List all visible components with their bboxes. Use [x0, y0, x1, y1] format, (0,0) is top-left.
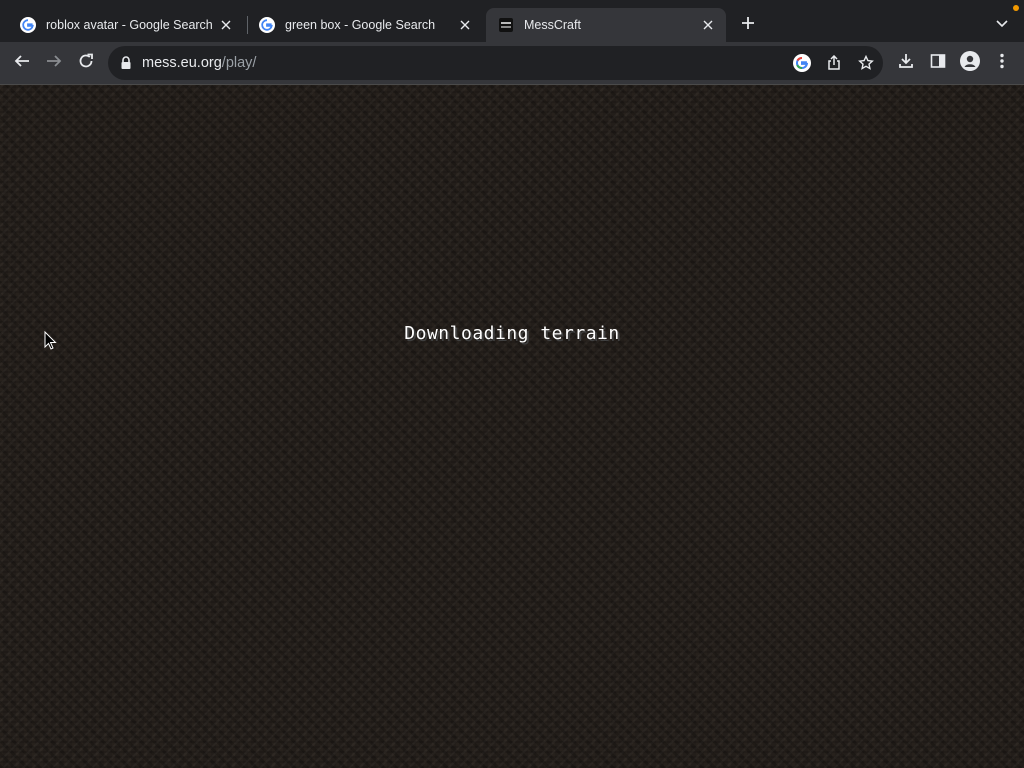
profile-button[interactable] [958, 50, 982, 76]
tab-strip: roblox avatar - Google Search green box … [0, 0, 1024, 44]
lock-icon[interactable] [120, 56, 132, 70]
kebab-menu-icon [1000, 53, 1004, 74]
address-bar[interactable]: mess.eu.org/play/ [108, 46, 883, 80]
tab-search-button[interactable] [992, 14, 1012, 34]
loading-status: Downloading terrain [404, 323, 620, 344]
tab-messcraft[interactable]: MessCraft [486, 8, 726, 42]
game-canvas[interactable]: Downloading terrain [0, 85, 1024, 768]
notification-dot [1013, 5, 1019, 11]
star-icon[interactable] [857, 54, 875, 72]
share-icon[interactable] [825, 54, 843, 72]
plus-icon [741, 16, 755, 35]
url-path: /play/ [221, 55, 257, 71]
profile-icon [960, 50, 980, 76]
reload-icon [78, 53, 94, 74]
reload-button[interactable] [74, 51, 98, 75]
forward-button[interactable] [42, 51, 66, 75]
url-text: mess.eu.org/play/ [142, 55, 256, 71]
tab-roblox-avatar[interactable]: roblox avatar - Google Search [8, 8, 244, 42]
google-g-icon [20, 17, 36, 33]
side-panel-icon [930, 53, 946, 74]
google-icon[interactable] [793, 54, 811, 72]
chevron-down-icon [996, 15, 1008, 33]
close-icon[interactable] [218, 17, 234, 33]
close-icon[interactable] [457, 17, 473, 33]
tab-green-box[interactable]: green box - Google Search [247, 8, 483, 42]
back-button[interactable] [10, 51, 34, 75]
url-host: mess.eu.org [142, 55, 222, 71]
downloads-button[interactable] [894, 51, 918, 75]
tab-title: MessCraft [524, 18, 581, 32]
menu-button[interactable] [990, 51, 1014, 75]
tab-title: green box - Google Search [285, 18, 436, 32]
browser-toolbar: mess.eu.org/play/ [0, 42, 1024, 84]
close-icon[interactable] [700, 17, 716, 33]
download-icon [898, 53, 914, 74]
back-arrow-icon [14, 53, 30, 74]
tab-title: roblox avatar - Google Search [46, 18, 213, 32]
forward-arrow-icon [46, 53, 62, 74]
new-tab-button[interactable] [736, 13, 760, 37]
messcraft-icon [498, 17, 514, 33]
mouse-cursor-icon [44, 330, 58, 351]
google-g-icon [259, 17, 275, 33]
side-panel-button[interactable] [926, 51, 950, 75]
